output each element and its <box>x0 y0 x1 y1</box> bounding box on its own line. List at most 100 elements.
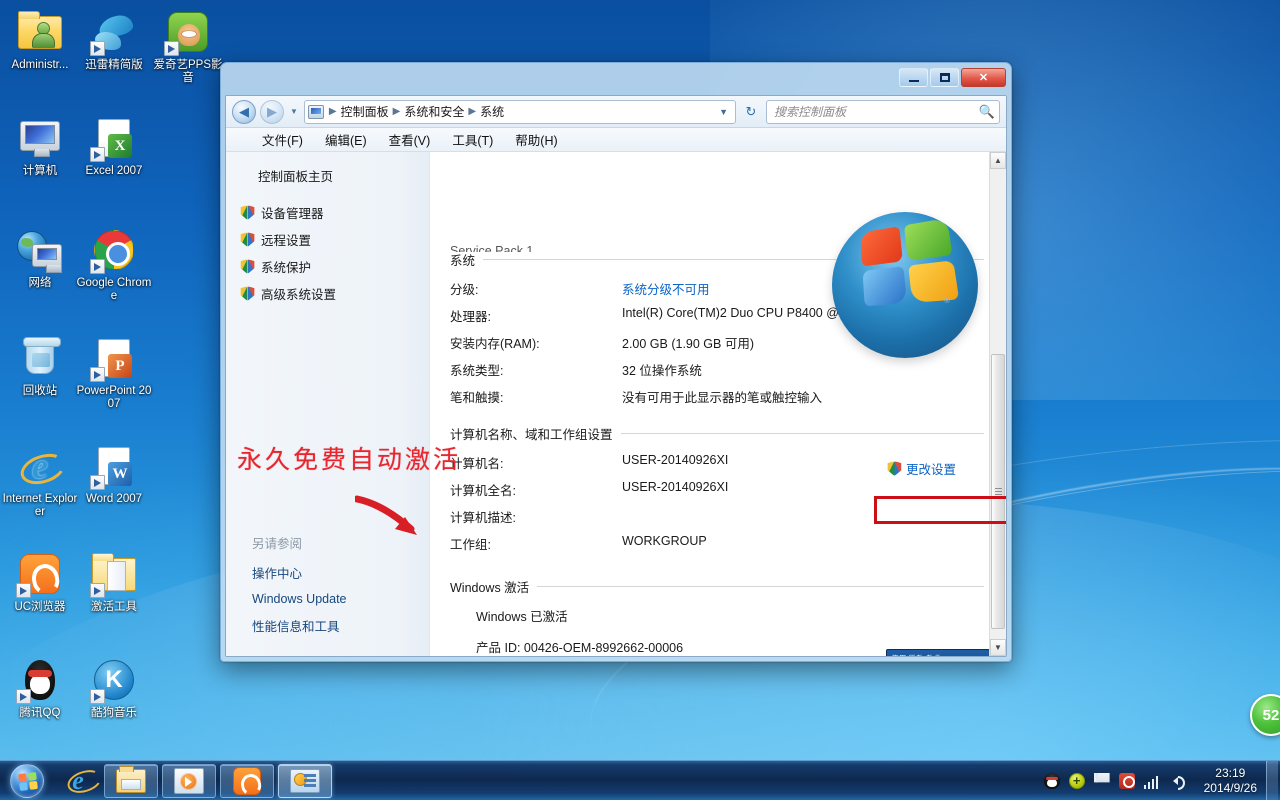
details-pane: Service Pack 1 ® 系统 分级: 系统分级不可用 处理器: Int… <box>430 152 1006 656</box>
desktop-icon-powerpoint[interactable]: P PowerPoint 2007 <box>76 334 152 411</box>
breadcrumb[interactable]: ▶ 控制面板 ▶ 系统和安全 ▶ 系统 ▼ <box>303 99 736 124</box>
scroll-up-button[interactable]: ▲ <box>990 152 1006 169</box>
edge-counter-badge[interactable]: 52 <box>1250 694 1280 736</box>
scrollbar-thumb[interactable] <box>991 354 1005 629</box>
breadcrumb-control-panel[interactable]: 控制面板 <box>339 103 391 120</box>
rating-link[interactable]: 系统分级不可用 <box>622 283 710 297</box>
row-value: USER-20140926XI <box>622 480 729 494</box>
menu-tools[interactable]: 工具(T) <box>442 128 503 151</box>
see-also-section: 另请参阅 操作中心 Windows Update 性能信息和工具 <box>226 533 429 640</box>
desktop-icon-administrator[interactable]: Administr... <box>2 8 78 72</box>
divider <box>537 586 984 587</box>
start-button[interactable] <box>2 762 52 800</box>
forward-button[interactable]: ▶ <box>260 99 284 124</box>
row-value: 32 位操作系统 <box>622 364 702 378</box>
breadcrumb-separator: ▶ <box>392 106 401 117</box>
history-dropdown-icon[interactable]: ▼ <box>290 107 298 116</box>
shield-icon <box>240 286 255 301</box>
show-desktop-button[interactable] <box>1266 761 1278 800</box>
desktop-icon-activation-tool[interactable]: 激活工具 <box>76 550 152 614</box>
search-input[interactable] <box>774 104 979 119</box>
row-label: 计算机全名: <box>450 484 516 498</box>
table-row: 工作组: WORKGROUP <box>450 530 984 557</box>
media-player-icon <box>174 767 204 794</box>
window-titlebar[interactable]: ✕ <box>225 67 1007 95</box>
desktop-icon-excel[interactable]: X Excel 2007 <box>76 114 152 178</box>
sidebar-item-control-panel-home[interactable]: 控制面板主页 <box>226 164 429 185</box>
clock-time: 23:19 <box>1215 765 1246 780</box>
shield-icon[interactable] <box>1068 772 1085 789</box>
breadcrumb-separator: ▶ <box>328 106 337 117</box>
refresh-button[interactable]: ↻ <box>740 101 762 123</box>
row-label: 系统类型: <box>450 364 504 378</box>
sidebar-item-system-protection[interactable]: 系统保护 <box>226 253 429 280</box>
clock[interactable]: 23:19 2014/9/26 <box>1195 766 1266 796</box>
desktop-icon-word[interactable]: W Word 2007 <box>76 442 152 506</box>
desktop-icon-thunder[interactable]: 迅雷精简版 <box>76 8 152 72</box>
table-row: 计算机描述: <box>450 503 984 530</box>
breadcrumb-system-and-security[interactable]: 系统和安全 <box>402 103 466 120</box>
computer-breadcrumb-icon <box>307 104 324 119</box>
search-icon: 🔍 <box>978 103 995 119</box>
back-button[interactable]: ◀ <box>232 99 256 124</box>
menu-view[interactable]: 查看(V) <box>379 128 441 151</box>
row-value: WORKGROUP <box>622 534 707 548</box>
desktop-icon-network[interactable]: 网络 <box>2 226 78 290</box>
taskbar-item-control-panel[interactable] <box>278 763 332 798</box>
scroll-down-button[interactable]: ▼ <box>990 639 1006 656</box>
scrollbar-track[interactable] <box>990 169 1006 639</box>
address-dropdown-icon[interactable]: ▼ <box>715 107 732 117</box>
taskbar-item-internet-explorer[interactable]: e <box>56 764 100 798</box>
genuine-badge-art: 使用 微软 软件 正版授权 安全 稳定 声誉 ✳ <box>886 649 990 656</box>
desktop-icon-internet-explorer[interactable]: e Internet Explorer <box>2 442 78 519</box>
see-also-action-center[interactable]: 操作中心 <box>226 558 429 587</box>
alarm-icon[interactable] <box>1118 772 1135 789</box>
row-label: 分级: <box>450 283 479 297</box>
desktop-icon-computer[interactable]: 计算机 <box>2 114 78 178</box>
volume-icon[interactable] <box>1169 773 1185 790</box>
folder-icon <box>90 550 138 598</box>
menu-edit[interactable]: 编辑(E) <box>315 128 377 151</box>
desktop-icon-recycle-bin[interactable]: 回收站 <box>2 334 78 398</box>
menu-bar: 文件(F) 编辑(E) 查看(V) 工具(T) 帮助(H) <box>226 128 1006 152</box>
address-bar: ◀ ▶ ▼ ▶ 控制面板 ▶ 系统和安全 ▶ 系统 ▼ ↻ 🔍 <box>226 96 1006 128</box>
genuine-software-badge: 使用 微软 软件 正版授权 安全 稳定 声誉 ✳ 联机了解更多内容... <box>886 649 990 656</box>
row-value <box>622 503 984 530</box>
vertical-scrollbar[interactable]: ▲ ▼ <box>989 152 1006 656</box>
kugou-music-icon: K <box>90 656 138 704</box>
control-panel-window[interactable]: ✕ ◀ ▶ ▼ ▶ 控制面板 ▶ 系统和安全 ▶ 系统 ▼ ↻ 🔍 <box>220 62 1012 662</box>
navigation-pane: 控制面板主页 设备管理器 远程设置 系统保护 高级系统设置 另请参阅 操作中心 … <box>226 152 430 656</box>
menu-help[interactable]: 帮助(H) <box>505 128 567 151</box>
desktop-icon-iqiyi-pps[interactable]: 爱奇艺PPS影音 <box>150 8 226 85</box>
row-label: 笔和触摸: <box>450 391 504 405</box>
minimize-button[interactable] <box>899 68 928 87</box>
close-button[interactable]: ✕ <box>961 68 1006 87</box>
sidebar-item-remote-settings[interactable]: 远程设置 <box>226 226 429 253</box>
sidebar-item-device-manager[interactable]: 设备管理器 <box>226 199 429 226</box>
taskbar-item-media-player[interactable] <box>162 763 216 798</box>
tencent-qq-icon <box>16 656 64 704</box>
see-also-performance-tools[interactable]: 性能信息和工具 <box>226 611 429 640</box>
desktop-icon-kugou-music[interactable]: K 酷狗音乐 <box>76 656 152 720</box>
shield-icon <box>240 205 255 220</box>
desktop-icon-tencent-qq[interactable]: 腾讯QQ <box>2 656 78 720</box>
network-icon[interactable] <box>1143 773 1160 789</box>
change-settings-link-wrap[interactable]: 更改设置 <box>887 459 956 478</box>
clock-date: 2014/9/26 <box>1203 780 1257 795</box>
flag-icon[interactable] <box>1093 772 1110 783</box>
desktop-icon-chrome[interactable]: Google Chrome <box>76 226 152 303</box>
taskbar-item-windows-explorer[interactable] <box>104 763 158 798</box>
qq-icon[interactable] <box>1043 772 1060 789</box>
desktop-icon-uc-browser[interactable]: UC浏览器 <box>2 550 78 614</box>
uc-browser-icon <box>233 766 261 795</box>
change-settings-link[interactable]: 更改设置 <box>906 459 956 478</box>
maximize-button[interactable] <box>930 68 959 87</box>
breadcrumb-system[interactable]: 系统 <box>478 103 506 120</box>
taskbar-item-uc-browser[interactable] <box>220 763 274 798</box>
star-icon: ✳ <box>955 654 985 657</box>
menu-file[interactable]: 文件(F) <box>252 128 313 151</box>
sidebar-item-advanced-system-settings[interactable]: 高级系统设置 <box>226 280 429 307</box>
see-also-windows-update[interactable]: Windows Update <box>226 587 429 611</box>
table-row: 系统类型: 32 位操作系统 <box>450 356 984 383</box>
search-box[interactable]: 🔍 <box>766 99 1000 124</box>
